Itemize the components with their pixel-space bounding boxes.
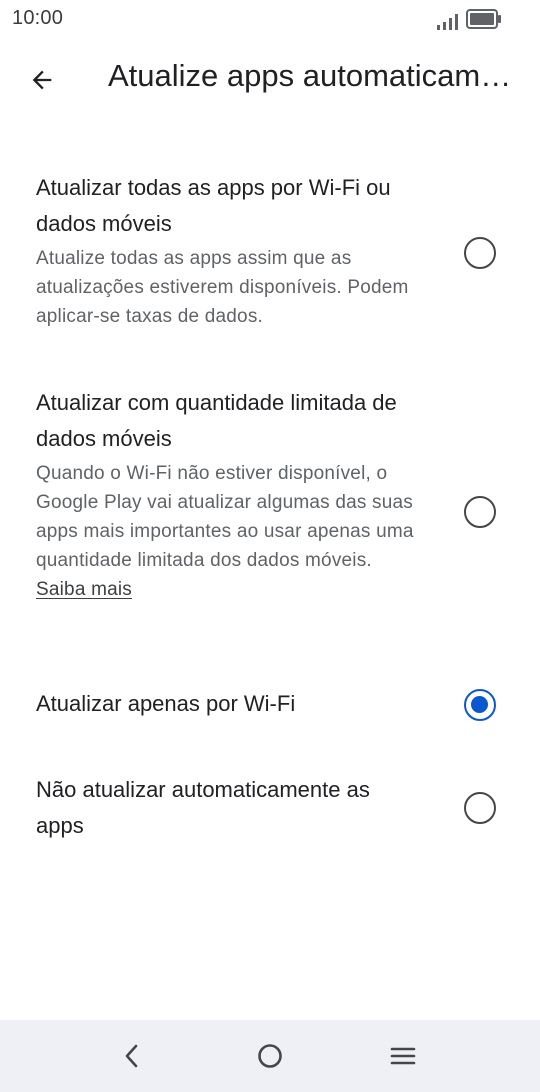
back-triangle-icon bbox=[125, 1044, 138, 1068]
nav-menu-button[interactable] bbox=[381, 1034, 425, 1078]
back-button[interactable] bbox=[18, 56, 66, 104]
battery-icon bbox=[466, 9, 501, 29]
radio-wifi-or-mobile[interactable] bbox=[464, 237, 496, 269]
option-title: Não atualizar automaticamente as apps bbox=[36, 777, 370, 838]
status-time: 10:00 bbox=[12, 7, 64, 29]
radio-wifi-only[interactable] bbox=[464, 689, 496, 721]
system-nav-bar bbox=[0, 1020, 540, 1092]
radio-no-auto-update[interactable] bbox=[464, 792, 496, 824]
option-wifi-or-mobile[interactable]: Atualizar todas as apps por Wi-Fi ou dad… bbox=[0, 170, 540, 342]
option-text: Atualizar todas as apps por Wi-Fi ou dad… bbox=[36, 170, 421, 331]
app-bar: Atualize apps automaticamente bbox=[0, 44, 540, 114]
signal-icon bbox=[437, 14, 458, 30]
description-text: Quando o Wi-Fi não estiver disponível, o… bbox=[36, 463, 414, 571]
nav-back-button[interactable] bbox=[110, 1034, 154, 1078]
arrow-left-icon bbox=[32, 70, 52, 90]
option-title: Atualizar apenas por Wi-Fi bbox=[36, 691, 296, 716]
option-description: Atualize todas as apps assim que as atua… bbox=[36, 248, 409, 327]
menu-lines-icon bbox=[390, 1047, 416, 1065]
status-bar: 10:00 bbox=[0, 0, 540, 36]
option-no-auto-update[interactable]: Não atualizar automaticamente as apps bbox=[0, 772, 540, 848]
option-wifi-only[interactable]: Atualizar apenas por Wi-Fi bbox=[0, 686, 540, 726]
option-title: Atualizar todas as apps por Wi-Fi ou dad… bbox=[36, 175, 391, 236]
option-description: Quando o Wi-Fi não estiver disponível, o… bbox=[36, 459, 421, 604]
option-text: Atualizar com quantidade limitada de dad… bbox=[36, 385, 421, 604]
nav-home-button[interactable] bbox=[248, 1034, 292, 1078]
option-text: Não atualizar automaticamente as apps bbox=[36, 772, 421, 844]
option-title: Atualizar com quantidade limitada de dad… bbox=[36, 390, 397, 451]
option-text: Atualizar apenas por Wi-Fi bbox=[36, 686, 421, 722]
learn-more-link[interactable]: Saiba mais bbox=[36, 579, 132, 600]
radio-limited-mobile-data[interactable] bbox=[464, 496, 496, 528]
page-title: Atualize apps automaticamente bbox=[108, 58, 518, 93]
option-limited-mobile-data[interactable]: Atualizar com quantidade limitada de dad… bbox=[0, 385, 540, 645]
home-circle-icon bbox=[258, 1044, 282, 1068]
